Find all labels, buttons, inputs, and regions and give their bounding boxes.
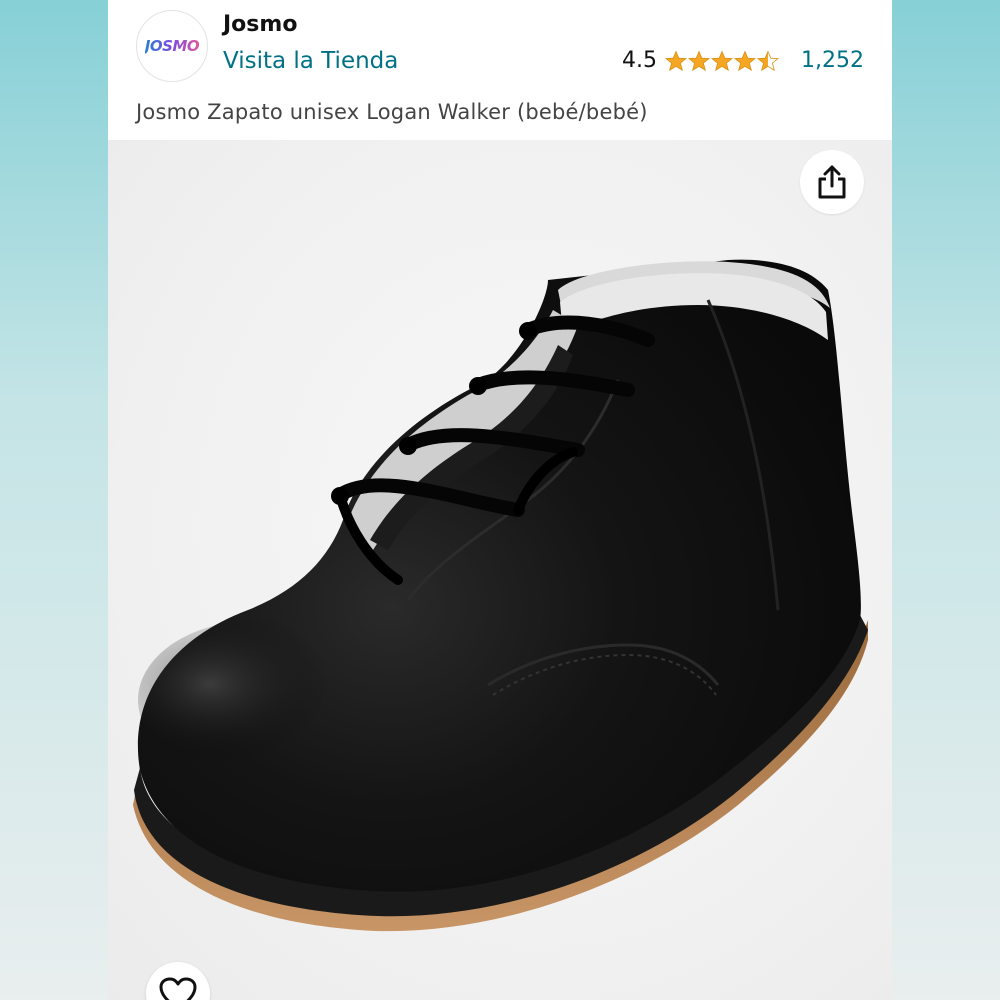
heart-icon [159,977,197,1000]
star-rating-icon [665,50,779,71]
product-image[interactable] [108,140,892,1000]
brand-name: Josmo [223,12,298,37]
rating-value: 4.5 [622,48,658,73]
visit-store-link[interactable]: Visita la Tienda [223,48,398,74]
product-title: Josmo Zapato unisex Logan Walker (bebé/b… [136,100,648,124]
share-icon [818,165,846,199]
product-header: JOSMO Josmo Visita la Tienda 4.5 1,252 J… [108,0,892,140]
shoe-image [133,259,868,932]
review-count-link[interactable]: 1,252 [801,48,864,73]
backdrop-right [892,0,1000,1000]
backdrop-left [0,0,108,1000]
brand-logo-text: JOSMO [144,37,200,55]
share-button[interactable] [800,150,864,214]
rating-summary[interactable]: 4.5 1,252 [622,48,864,73]
brand-logo[interactable]: JOSMO [136,10,208,82]
product-panel: JOSMO Josmo Visita la Tienda 4.5 1,252 J… [108,0,892,1000]
